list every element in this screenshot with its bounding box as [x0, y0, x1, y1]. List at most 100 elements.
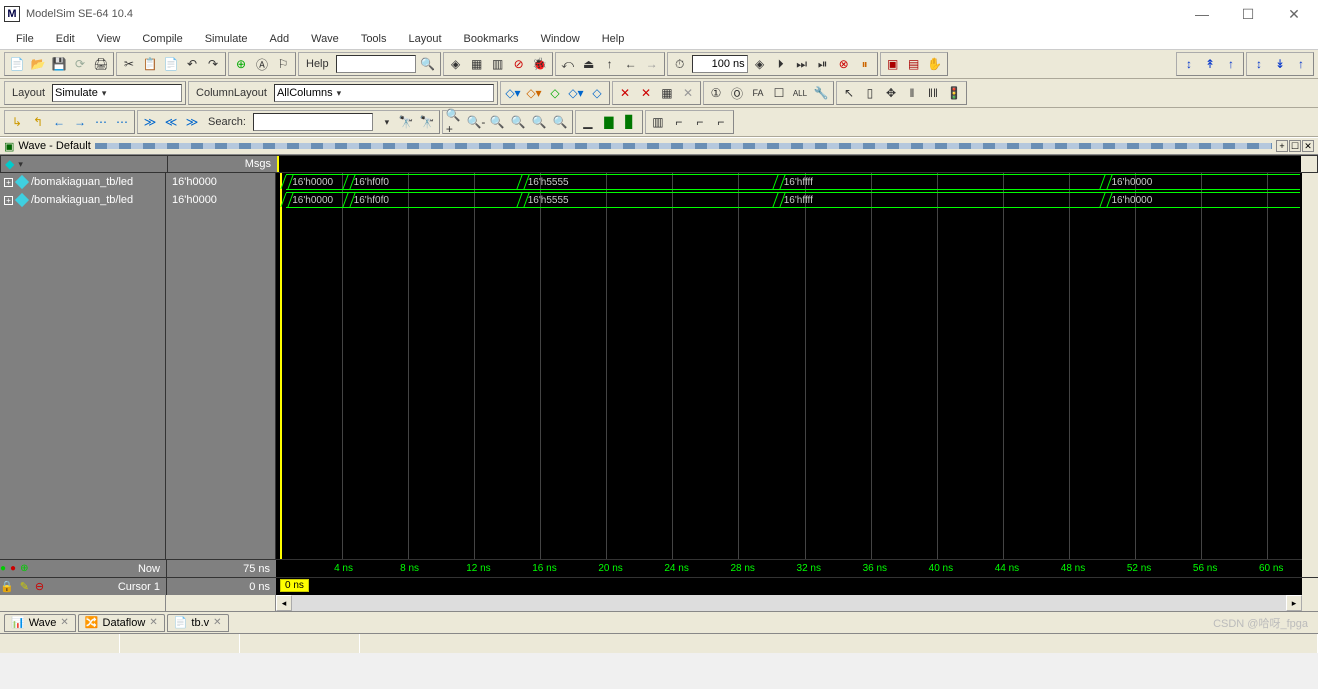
zoom-in-icon[interactable]: 🔍+	[446, 113, 464, 131]
grid-icon[interactable]: ▦	[658, 84, 676, 102]
nav-top-icon[interactable]: ↑	[1222, 55, 1240, 73]
radix-tool-icon[interactable]: 🔧	[812, 84, 830, 102]
cursor-edit-icon[interactable]: ✎	[20, 580, 29, 593]
cursor-track[interactable]: 0 ns	[276, 578, 1302, 595]
run-icon[interactable]: ⏵	[772, 55, 790, 73]
sim-icon[interactable]: ▥	[489, 55, 507, 73]
menu-view[interactable]: View	[87, 31, 131, 47]
coverage2-icon[interactable]: ▤	[905, 55, 923, 73]
clear-icon[interactable]: ✕	[679, 84, 697, 102]
menu-add[interactable]: Add	[260, 31, 300, 47]
menu-help[interactable]: Help	[592, 31, 635, 47]
continue-icon[interactable]: ⏯	[814, 55, 832, 73]
group3-icon[interactable]: ◇	[546, 84, 564, 102]
restart-icon[interactable]: ⤺	[559, 55, 577, 73]
cursor-tool-icon[interactable]: ↖	[840, 84, 858, 102]
step-up-icon[interactable]: ↑	[601, 55, 619, 73]
save-icon[interactable]: 💾	[50, 55, 68, 73]
arrow-left-icon[interactable]: ←	[50, 113, 68, 131]
trace-mid-icon[interactable]: ≪	[162, 113, 180, 131]
now-minus-icon[interactable]: ●	[10, 563, 16, 574]
undo-icon[interactable]: ↶	[183, 55, 201, 73]
help-input[interactable]	[336, 55, 416, 73]
now-plus-icon[interactable]: ●	[0, 563, 6, 574]
binoculars2-icon[interactable]: 🔭	[418, 113, 436, 131]
break-icon[interactable]: ⊘	[510, 55, 528, 73]
trace-right-icon[interactable]: ≫	[183, 113, 201, 131]
dots2-icon[interactable]: ⋯	[113, 113, 131, 131]
binoculars-icon[interactable]: 🔭	[397, 113, 415, 131]
menu-file[interactable]: File	[6, 31, 44, 47]
signal-options-icon[interactable]: ◆	[5, 155, 23, 173]
cursor-lock-icon[interactable]: 🔒	[0, 580, 14, 593]
tab-close-icon[interactable]: ✕	[213, 617, 221, 628]
compile-icon[interactable]: ⊕	[232, 55, 250, 73]
time-ruler[interactable]: 4 ns8 ns12 ns16 ns20 ns24 ns28 ns32 ns36…	[276, 559, 1302, 577]
columnlayout-select[interactable]: AllColumns	[274, 84, 494, 102]
menu-tools[interactable]: Tools	[351, 31, 397, 47]
menu-window[interactable]: Window	[531, 31, 590, 47]
zoom-full-icon[interactable]: 🔍	[488, 113, 506, 131]
nav-rise-icon[interactable]: ↟	[1201, 55, 1219, 73]
group4-icon[interactable]: ◇▾	[567, 84, 585, 102]
new-icon[interactable]: 📄	[8, 55, 26, 73]
signal-row[interactable]: +/bomakiaguan_tb/led	[0, 173, 165, 191]
radix-all-icon[interactable]: ALL	[791, 84, 809, 102]
library-icon[interactable]: ◈	[447, 55, 465, 73]
wave-horizontal-scrollbar[interactable]: ◂▸	[276, 595, 1302, 611]
copy-icon[interactable]: 📋	[141, 55, 159, 73]
coverage-icon[interactable]: ▣	[884, 55, 902, 73]
fmt-pulse-icon[interactable]: ⌐	[712, 113, 730, 131]
spinner-icon[interactable]: ◈	[751, 55, 769, 73]
cursor-line[interactable]	[280, 173, 282, 559]
search-input[interactable]	[253, 113, 373, 131]
nav-bot-icon[interactable]: ↑	[1292, 55, 1310, 73]
layout-select[interactable]: Simulate	[52, 84, 182, 102]
ruler2-tool-icon[interactable]: ‖‖	[924, 84, 942, 102]
expand-icon[interactable]: +	[4, 196, 13, 205]
refresh-icon[interactable]: ⟳	[71, 55, 89, 73]
zoom-other-icon[interactable]: 🔍	[551, 113, 569, 131]
hand-icon[interactable]: ✋	[926, 55, 944, 73]
waveform-area[interactable]: 16'h000016'hf0f016'h555516'hffff16'h0000…	[276, 173, 1302, 559]
menu-layout[interactable]: Layout	[399, 31, 452, 47]
ruler-tool-icon[interactable]: ‖	[903, 84, 921, 102]
traffic-icon[interactable]: 🚦	[945, 84, 963, 102]
panel-undock-button[interactable]: +	[1276, 140, 1288, 152]
cursor-del-icon[interactable]: ⊖	[35, 580, 44, 593]
fmt-analog-icon[interactable]: ▁	[579, 113, 597, 131]
close-button[interactable]: ✕	[1280, 6, 1308, 23]
stop-icon[interactable]: ⊗	[835, 55, 853, 73]
pause-icon[interactable]: ⏸	[856, 55, 874, 73]
expand-icon[interactable]: +	[4, 178, 13, 187]
group5-icon[interactable]: ◇	[588, 84, 606, 102]
nav-fall-icon[interactable]: ↡	[1271, 55, 1289, 73]
cut-icon[interactable]: ✂	[120, 55, 138, 73]
signal-row[interactable]: +/bomakiaguan_tb/led	[0, 191, 165, 209]
zoom-range-icon[interactable]: 🔍	[530, 113, 548, 131]
find-icon[interactable]: Ⓐ	[253, 55, 271, 73]
step-fwd-icon[interactable]: →	[643, 55, 661, 73]
group2-icon[interactable]: ◇▾	[525, 84, 543, 102]
radix-1-icon[interactable]: ①	[707, 84, 725, 102]
zoom-out-icon[interactable]: 🔍-	[467, 113, 485, 131]
arrow-right-icon[interactable]: →	[71, 113, 89, 131]
nav-down-icon[interactable]: ↕	[1250, 55, 1268, 73]
runtime-clock-icon[interactable]: ⏱	[671, 55, 689, 73]
search-dropdown[interactable]	[376, 113, 394, 131]
debug-icon[interactable]: 🐞	[531, 55, 549, 73]
menu-simulate[interactable]: Simulate	[195, 31, 258, 47]
menu-bookmarks[interactable]: Bookmarks	[454, 31, 529, 47]
menu-edit[interactable]: Edit	[46, 31, 85, 47]
run-break-icon[interactable]: ⏏	[580, 55, 598, 73]
run-length-input[interactable]	[692, 55, 748, 73]
nav-up-icon[interactable]: ↕	[1180, 55, 1198, 73]
fmt-event-icon[interactable]: ▊	[621, 113, 639, 131]
select-tool-icon[interactable]: ▯	[861, 84, 879, 102]
panel-close-button[interactable]: ✕	[1302, 140, 1314, 152]
divider2-icon[interactable]: ✕	[637, 84, 655, 102]
panel-max-button[interactable]: ☐	[1289, 140, 1301, 152]
project-icon[interactable]: ▦	[468, 55, 486, 73]
tab-wave[interactable]: 📊Wave✕	[4, 614, 76, 632]
menu-compile[interactable]: Compile	[132, 31, 192, 47]
